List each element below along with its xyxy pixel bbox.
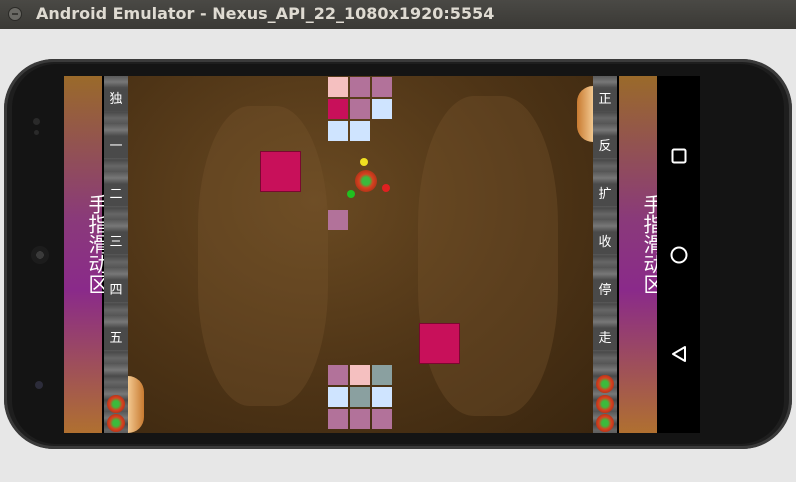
- right-paddle[interactable]: [577, 86, 593, 142]
- right-button-expand[interactable]: 扩: [593, 184, 617, 206]
- brick: [372, 77, 392, 97]
- left-button-rail: [104, 76, 128, 433]
- right-swipe-area[interactable]: 手指滑动区: [619, 76, 664, 433]
- left-paddle[interactable]: [128, 376, 144, 433]
- left-button-three[interactable]: 三: [104, 232, 128, 254]
- life-icon: [107, 414, 125, 432]
- life-icon: [107, 395, 125, 413]
- sensor-icon: [33, 118, 40, 125]
- circle-icon[interactable]: [669, 245, 689, 265]
- left-button-solo[interactable]: 独: [104, 89, 128, 111]
- right-button-stop[interactable]: 停: [593, 280, 617, 302]
- relief-figure-right: [418, 96, 558, 416]
- left-swipe-area[interactable]: 手指滑动区: [64, 76, 109, 433]
- power-block: [260, 151, 301, 192]
- window-titlebar: Android Emulator - Nexus_API_22_1080x192…: [0, 0, 796, 29]
- left-button-two[interactable]: 二: [104, 184, 128, 206]
- brick: [372, 99, 392, 119]
- square-icon[interactable]: [669, 146, 689, 166]
- left-button-four[interactable]: 四: [104, 280, 128, 302]
- life-icon: [596, 375, 614, 393]
- right-button-go[interactable]: 走: [593, 328, 617, 350]
- speaker-icon: [31, 246, 49, 264]
- brick: [328, 77, 348, 97]
- brick: [372, 409, 392, 429]
- brick: [350, 365, 370, 385]
- brick: [372, 365, 392, 385]
- back-triangle-icon[interactable]: [669, 344, 689, 364]
- brick: [350, 409, 370, 429]
- power-block: [419, 323, 460, 364]
- brick: [328, 387, 348, 407]
- brick: [328, 409, 348, 429]
- right-button-forward[interactable]: 正: [593, 89, 617, 111]
- brick: [350, 77, 370, 97]
- camera-icon: [35, 381, 43, 389]
- brick: [350, 121, 370, 141]
- life-icon: [596, 414, 614, 432]
- sensor-icon: [34, 130, 39, 135]
- right-button-reverse[interactable]: 反: [593, 136, 617, 158]
- brick: [328, 121, 348, 141]
- close-icon[interactable]: [8, 7, 22, 21]
- brick: [328, 365, 348, 385]
- left-button-one[interactable]: 一: [104, 136, 128, 158]
- life-icon: [596, 395, 614, 413]
- brick: [372, 387, 392, 407]
- brick: [328, 210, 348, 230]
- device-screen[interactable]: 手指滑动区 手指滑动区 独 一 二 三 四 五 正 反 扩 收 停 走: [64, 76, 700, 433]
- red-dot: [382, 184, 390, 192]
- navigation-bar: [657, 76, 700, 433]
- game-ball: [355, 170, 377, 192]
- green-dot: [347, 190, 355, 198]
- right-button-shrink[interactable]: 收: [593, 232, 617, 254]
- left-button-five[interactable]: 五: [104, 328, 128, 350]
- brick: [350, 99, 370, 119]
- brick: [328, 99, 348, 119]
- window-title: Android Emulator - Nexus_API_22_1080x192…: [36, 4, 495, 23]
- yellow-dot: [360, 158, 368, 166]
- brick: [350, 387, 370, 407]
